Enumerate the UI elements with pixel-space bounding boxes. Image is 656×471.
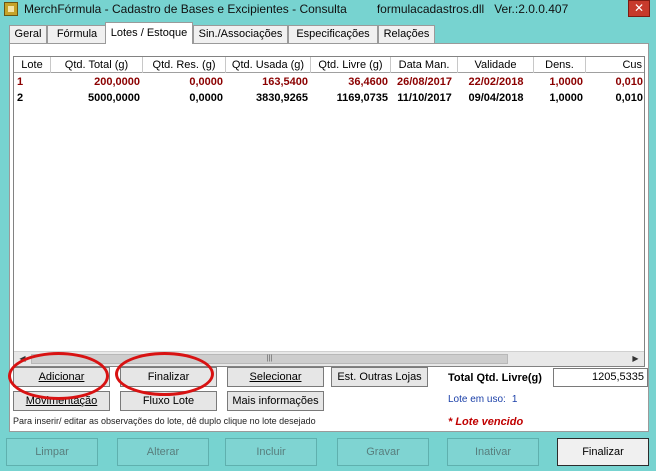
cell-data-man: 11/10/2017 [397,92,452,104]
tab-relacoes-label: Relações [383,28,430,40]
col-lote[interactable]: Lote [14,57,51,73]
col-validade[interactable]: Validade [458,57,534,73]
close-button[interactable]: ✕ [628,0,650,17]
cell-dens: 1,0000 [549,92,583,104]
scrollbar-thumb[interactable]: ||| [31,354,508,364]
observation-hint: Para inserir/ editar as observações do l… [13,416,316,426]
col-dens[interactable]: Dens. [534,57,586,73]
cell-qtd-livre: 1169,0735 [336,92,388,104]
inativar-label: Inativar [474,446,512,458]
alterar-label: Alterar [146,446,180,458]
lote-em-uso: Lote em uso: 1 [448,394,517,405]
finalizar-label: Finalizar [582,446,624,458]
incluir-button[interactable]: Incluir [225,438,317,466]
cell-qtd-usada: 163,5400 [262,76,308,88]
col-qtd-res[interactable]: Qtd. Res. (g) [143,57,226,73]
tab-sin-associacoes-label: Sin./Associações [198,28,283,40]
scrollbar-grip-icon: ||| [266,355,273,362]
est-outras-lojas-button[interactable]: Est. Outras Lojas [331,367,428,387]
window-title: MerchFórmula - Cadastro de Bases e Excip… [24,2,568,16]
cell-qtd-total: 200,0000 [94,76,140,88]
tab-especificacoes-label: Especificações [296,28,370,40]
fluxo-lote-button[interactable]: Fluxo Lote [120,391,217,411]
gravar-label: Gravar [366,446,400,458]
cell-qtd-res: 0,0000 [189,76,223,88]
limpar-label: Limpar [35,446,69,458]
gravar-button[interactable]: Gravar [337,438,429,466]
app-logo-icon [4,2,18,16]
table-row[interactable]: 1 200,0000 0,0000 163,5400 36,4600 26/08… [14,74,644,90]
alterar-button[interactable]: Alterar [117,438,209,466]
lotes-grid[interactable]: Lote Qtd. Total (g) Qtd. Res. (g) Qtd. U… [13,56,645,367]
cell-validade: 09/04/2018 [468,92,524,104]
col-qtd-total[interactable]: Qtd. Total (g) [51,57,143,73]
lote-vencido-legend: * Lote vencido [448,416,524,428]
tab-sin-associacoes[interactable]: Sin./Associações [193,25,288,44]
scroll-right-icon[interactable]: ▶ [628,352,643,366]
finalizar-button[interactable]: Finalizar [557,438,649,466]
selecionar-label: Selecionar [249,371,302,383]
adicionar-button[interactable]: Adicionar [13,367,110,387]
inativar-button[interactable]: Inativar [447,438,539,466]
col-data-man[interactable]: Data Man. [391,57,458,73]
cell-qtd-total: 5000,0000 [88,92,140,104]
col-qtd-usada[interactable]: Qtd. Usada (g) [226,57,311,73]
tab-lotes-estoque[interactable]: Lotes / Estoque [105,22,193,44]
tab-geral[interactable]: Geral [9,25,47,44]
window-version: Ver.:2.0.0.407 [494,2,569,16]
adicionar-label: Adicionar [38,371,85,383]
horizontal-scrollbar[interactable]: ◀ ||| ▶ [14,351,644,366]
cell-qtd-livre: 36,4600 [348,76,388,88]
cell-cus: 0,010 [615,92,643,104]
title-bar: MerchFórmula - Cadastro de Bases e Excip… [0,0,656,19]
lote-em-uso-value: 1 [511,394,518,405]
grid-header: Lote Qtd. Total (g) Qtd. Res. (g) Qtd. U… [14,57,644,73]
lotes-panel: Lote Qtd. Total (g) Qtd. Res. (g) Qtd. U… [8,43,649,432]
cell-qtd-res: 0,0000 [189,92,223,104]
selecionar-button[interactable]: Selecionar [227,367,324,387]
finalizar-lote-button[interactable]: Finalizar [120,367,217,387]
mais-informacoes-button[interactable]: Mais informações [227,391,324,411]
lote-em-uso-label: Lote em uso: [448,394,506,405]
total-qtd-livre-field: 1205,5335 [553,368,648,387]
mais-informacoes-label: Mais informações [232,395,319,407]
col-qtd-livre[interactable]: Qtd. Livre (g) [311,57,391,73]
cell-lote: 1 [17,76,24,88]
fluxo-lote-label: Fluxo Lote [142,395,195,407]
est-outras-lojas-label: Est. Outras Lojas [337,371,422,383]
tab-formula-label: Fórmula [56,28,98,40]
tab-geral-label: Geral [14,28,42,40]
table-row[interactable]: 2 5000,0000 0,0000 3830,9265 1169,0735 1… [14,90,644,106]
tab-lotes-estoque-label: Lotes / Estoque [110,27,188,39]
movimentacao-button[interactable]: Movimentação [13,391,110,411]
col-cus[interactable]: Cus [586,57,644,73]
window-title-text: MerchFórmula - Cadastro de Bases e Excip… [24,2,347,16]
incluir-label: Incluir [256,446,286,458]
cell-validade: 22/02/2018 [468,76,524,88]
total-qtd-livre-label: Total Qtd. Livre(g) [448,372,542,384]
tab-especificacoes[interactable]: Especificações [288,25,378,44]
cell-qtd-usada: 3830,9265 [256,92,308,104]
limpar-button[interactable]: Limpar [6,438,98,466]
app-window: MerchFórmula - Cadastro de Bases e Excip… [0,0,656,471]
cell-data-man: 26/08/2017 [396,76,453,88]
tab-bar: Geral Fórmula Lotes / Estoque Sin./Assoc… [9,22,649,44]
scroll-left-icon[interactable]: ◀ [15,352,30,366]
finalizar-lote-label: Finalizar [147,371,190,383]
window-dll: formulacadastros.dll [376,2,485,16]
cell-dens: 1,0000 [549,76,583,88]
movimentacao-label: Movimentação [25,395,98,407]
tab-formula[interactable]: Fórmula [47,25,107,44]
tab-relacoes[interactable]: Relações [378,25,435,44]
cell-lote: 2 [17,92,24,104]
cell-cus: 0,010 [615,76,643,88]
